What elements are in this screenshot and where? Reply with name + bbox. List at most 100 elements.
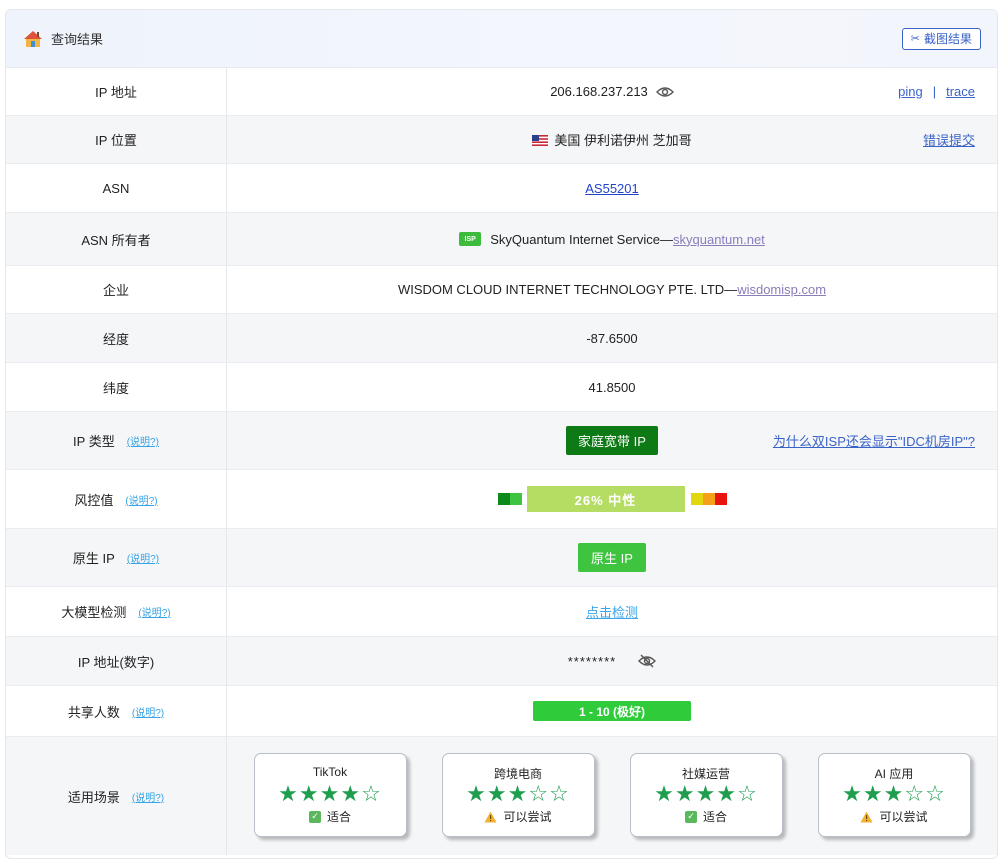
ip-type-tools: 为什么双ISP还会显示"IDC机房IP"? xyxy=(773,412,975,469)
risk-seg-high xyxy=(702,493,715,505)
risk-seg-very-low xyxy=(497,493,510,505)
label-ip-location: IP 位置 xyxy=(6,116,227,163)
star-empty-icon: ☆ xyxy=(925,781,946,806)
ip-numeric-masked: ******** xyxy=(567,653,617,669)
scissors-icon: ✂ xyxy=(910,33,920,45)
scene-card-social-media: 社媒运营 ★★★★☆ ✓ 适合 xyxy=(629,753,783,837)
risk-value-bar: 26% 中性 xyxy=(526,486,685,512)
asn-owner-domain-link[interactable]: skyquantum.net xyxy=(673,232,765,247)
star-rating: ★★★★☆ xyxy=(255,781,406,807)
trace-link[interactable]: trace xyxy=(946,84,975,99)
value-native-ip-cell: 原生 IP xyxy=(227,529,997,586)
check-icon: ✓ xyxy=(684,810,697,823)
scene-card-tiktok: TikTok ★★★★☆ ✓ 适合 xyxy=(253,753,407,837)
risk-meter: 26% 中性 xyxy=(497,486,727,512)
star-empty-icon: ☆ xyxy=(549,781,570,806)
longitude-value: -87.6500 xyxy=(586,330,638,346)
isp-badge: ISP xyxy=(459,232,482,246)
ip-type-explain-link[interactable]: (说明?) xyxy=(127,433,159,448)
eye-icon[interactable] xyxy=(655,86,674,98)
row-ip-location: IP 位置 美国 伊利诺伊州 芝加哥 错误提交 xyxy=(6,116,997,164)
click-detect-link[interactable]: 点击检测 xyxy=(586,602,638,621)
label-asn-owner: ASN 所有者 xyxy=(6,213,227,265)
row-company: 企业 WISDOM CLOUD INTERNET TECHNOLOGY PTE.… xyxy=(6,266,997,314)
star-filled-icon: ★ xyxy=(298,781,320,806)
screenshot-button-label: 截图结果 xyxy=(923,32,972,46)
star-empty-icon: ☆ xyxy=(361,781,382,806)
ip-address-value: 206.168.237.213 xyxy=(550,84,648,99)
label-ip-type-cell: IP 类型 (说明?) xyxy=(6,412,227,469)
shared-users-bar: 1 - 10 (极好) xyxy=(533,701,691,721)
label-shared-users-cell: 共享人数 (说明?) xyxy=(6,686,227,736)
scene-name: TikTok xyxy=(312,765,348,779)
scenes-explain-link[interactable]: (说明?) xyxy=(132,789,164,804)
star-rating: ★★★☆☆ xyxy=(443,781,594,807)
header-title: 查询结果 xyxy=(51,32,104,47)
warning-icon xyxy=(484,811,497,823)
label-llm-detect: 大模型检测 xyxy=(61,605,127,620)
value-asn-owner-cell: ISP SkyQuantum Internet Service— skyquan… xyxy=(227,213,997,265)
ip-location-value: 美国 伊利诺伊州 芝加哥 xyxy=(554,133,692,148)
header-left: 查询结果 xyxy=(23,29,103,48)
location-tools: 错误提交 xyxy=(923,116,975,163)
shared-users-explain-link[interactable]: (说明?) xyxy=(132,704,164,719)
row-asn-owner: ASN 所有者 ISP SkyQuantum Internet Service—… xyxy=(6,213,997,266)
row-longitude: 经度 -87.6500 xyxy=(6,314,997,363)
screenshot-button[interactable]: ✂ 截图结果 xyxy=(901,27,981,50)
star-empty-icon: ☆ xyxy=(528,781,550,806)
row-latitude: 纬度 41.8500 xyxy=(6,363,997,412)
row-ip-address: IP 地址 206.168.237.213 ping | trace xyxy=(6,68,997,116)
star-filled-icon: ★ xyxy=(486,781,508,806)
native-ip-badge: 原生 IP xyxy=(578,543,646,572)
native-ip-explain-link[interactable]: (说明?) xyxy=(127,550,159,565)
row-ip-type: IP 类型 (说明?) 家庭宽带 IP 为什么双ISP还会显示"IDC机房IP"… xyxy=(6,412,997,470)
label-asn: ASN xyxy=(6,164,227,212)
report-error-link[interactable]: 错误提交 xyxy=(923,130,975,149)
value-latitude-cell: 41.8500 xyxy=(227,363,997,411)
scene-status: 可以尝试 xyxy=(443,808,594,825)
llm-detect-explain-link[interactable]: (说明?) xyxy=(138,604,170,619)
label-latitude: 纬度 xyxy=(6,363,227,411)
row-shared-users: 共享人数 (说明?) 1 - 10 (极好) xyxy=(6,686,997,737)
label-scenes-cell: 适用场景 (说明?) xyxy=(6,737,227,855)
asn-link[interactable]: AS55201 xyxy=(585,181,639,196)
star-filled-icon: ★ xyxy=(842,781,863,806)
dual-isp-question-link[interactable]: 为什么双ISP还会显示"IDC机房IP"? xyxy=(773,431,975,450)
star-empty-icon: ☆ xyxy=(904,781,926,806)
value-llm-detect-cell: 点击检测 xyxy=(227,587,997,636)
star-filled-icon: ★ xyxy=(340,781,362,806)
value-ip-location-cell: 美国 伊利诺伊州 芝加哥 错误提交 xyxy=(227,116,997,163)
scene-cards: TikTok ★★★★☆ ✓ 适合 跨境电商 ★★★☆☆ 可以尝试 社媒运营 ★… xyxy=(227,737,997,837)
scene-name: 社媒运营 xyxy=(681,767,730,781)
value-risk-cell: 26% 中性 xyxy=(227,470,997,528)
scene-status-label: 可以尝试 xyxy=(879,810,928,824)
link-separator: | xyxy=(932,84,937,99)
star-filled-icon: ★ xyxy=(278,781,299,806)
company-name: WISDOM CLOUD INTERNET TECHNOLOGY PTE. LT… xyxy=(397,282,738,297)
query-result-card: 查询结果 ✂ 截图结果 IP 地址 206.168.237.213 ping |… xyxy=(5,9,998,859)
risk-explain-link[interactable]: (说明?) xyxy=(125,492,157,507)
eye-slash-icon[interactable] xyxy=(638,654,657,668)
scene-status: ✓ 适合 xyxy=(631,808,782,825)
value-ip-type-cell: 家庭宽带 IP 为什么双ISP还会显示"IDC机房IP"? xyxy=(227,412,997,469)
label-shared-users: 共享人数 xyxy=(67,704,120,720)
value-ip-numeric-cell: ******** xyxy=(227,637,997,685)
label-risk: 风控值 xyxy=(74,492,114,508)
scene-status-label: 可以尝试 xyxy=(503,810,552,824)
label-native-ip-cell: 原生 IP (说明?) xyxy=(6,529,227,586)
scene-status-label: 适合 xyxy=(702,810,727,824)
label-ip-address: IP 地址 xyxy=(6,68,227,115)
row-scenes: 适用场景 (说明?) TikTok ★★★★☆ ✓ 适合 跨境电商 ★★★☆☆ xyxy=(6,737,997,855)
us-flag-icon xyxy=(532,134,549,146)
risk-seg-very-high xyxy=(714,493,727,505)
star-filled-icon: ★ xyxy=(862,781,884,806)
scene-status: ✓ 适合 xyxy=(255,808,406,825)
star-filled-icon: ★ xyxy=(883,781,905,806)
label-company: 企业 xyxy=(6,266,227,313)
home-icon xyxy=(23,30,43,48)
value-shared-users-cell: 1 - 10 (极好) xyxy=(227,686,997,736)
ping-link[interactable]: ping xyxy=(898,84,923,99)
row-risk: 风控值 (说明?) 26% 中性 xyxy=(6,470,997,529)
company-domain-link[interactable]: wisdomisp.com xyxy=(737,282,826,297)
label-ip-type: IP 类型 xyxy=(73,434,115,449)
